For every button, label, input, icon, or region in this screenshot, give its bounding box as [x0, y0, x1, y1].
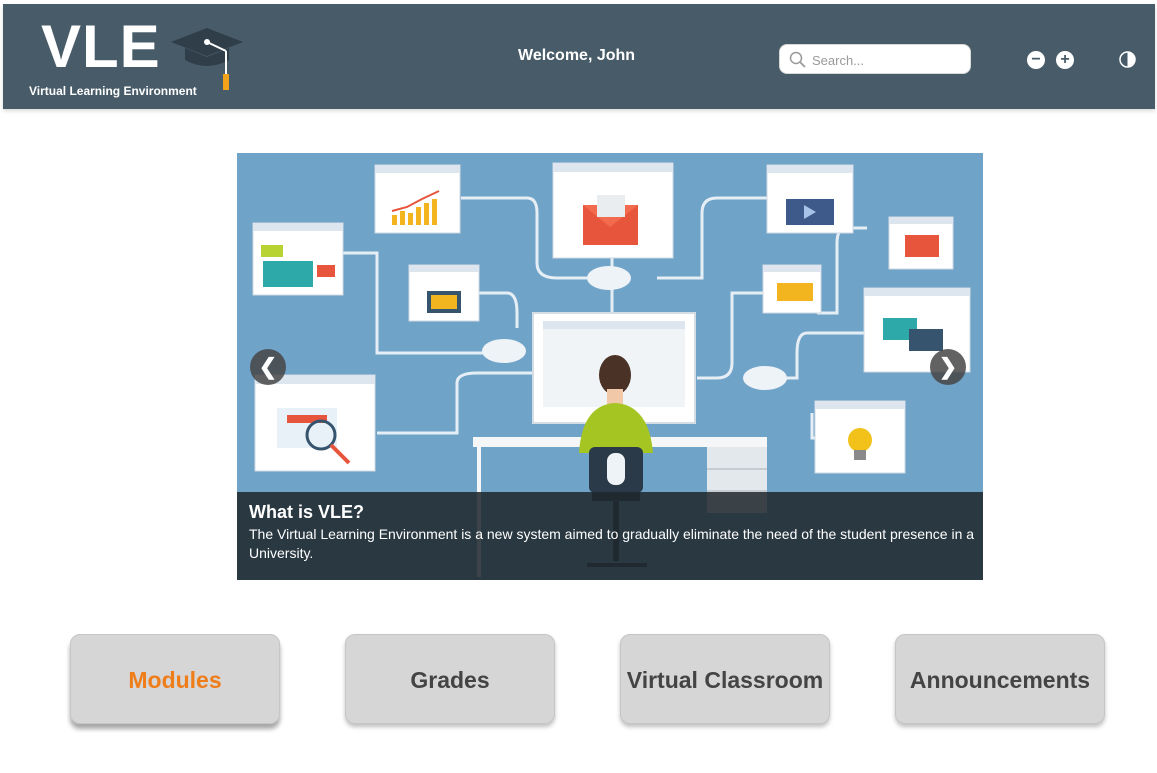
- caption-title: What is VLE?: [249, 502, 365, 522]
- app-header: VLE Virtual Learning Environment Welcome…: [3, 4, 1155, 109]
- caption-text: The Virtual Learning Environment is a ne…: [249, 526, 975, 561]
- search-box[interactable]: [779, 44, 971, 74]
- carousel-next-button[interactable]: ❯: [930, 349, 966, 385]
- virtual-classroom-button[interactable]: Virtual Classroom: [620, 634, 830, 724]
- plus-circle-icon: +: [1060, 51, 1070, 68]
- logo-text: VLE: [41, 13, 161, 80]
- image-carousel: ❮ ❯ What is VLE? The Virtual Learning En…: [237, 153, 983, 580]
- graduation-cap-icon: [171, 28, 243, 90]
- search-icon: [789, 51, 806, 68]
- vle-logo[interactable]: VLE Virtual Learning Environment: [25, 13, 255, 104]
- chevron-right-icon: ❯: [938, 354, 958, 379]
- zoom-in-button[interactable]: +: [1056, 51, 1074, 69]
- logo-subtitle: Virtual Learning Environment: [29, 84, 197, 98]
- modules-button[interactable]: Modules: [70, 634, 280, 724]
- minus-circle-icon: −: [1031, 51, 1041, 68]
- zoom-out-button[interactable]: −: [1027, 51, 1045, 69]
- grades-button[interactable]: Grades: [345, 634, 555, 724]
- search-input[interactable]: [812, 49, 962, 71]
- announcements-button[interactable]: Announcements: [895, 634, 1105, 724]
- carousel-caption: What is VLE? The Virtual Learning Enviro…: [237, 492, 983, 580]
- chevron-left-icon: ❮: [258, 354, 278, 379]
- welcome-message: Welcome, John: [518, 47, 636, 64]
- contrast-icon[interactable]: [1119, 51, 1136, 68]
- carousel-prev-button[interactable]: ❮: [250, 349, 286, 385]
